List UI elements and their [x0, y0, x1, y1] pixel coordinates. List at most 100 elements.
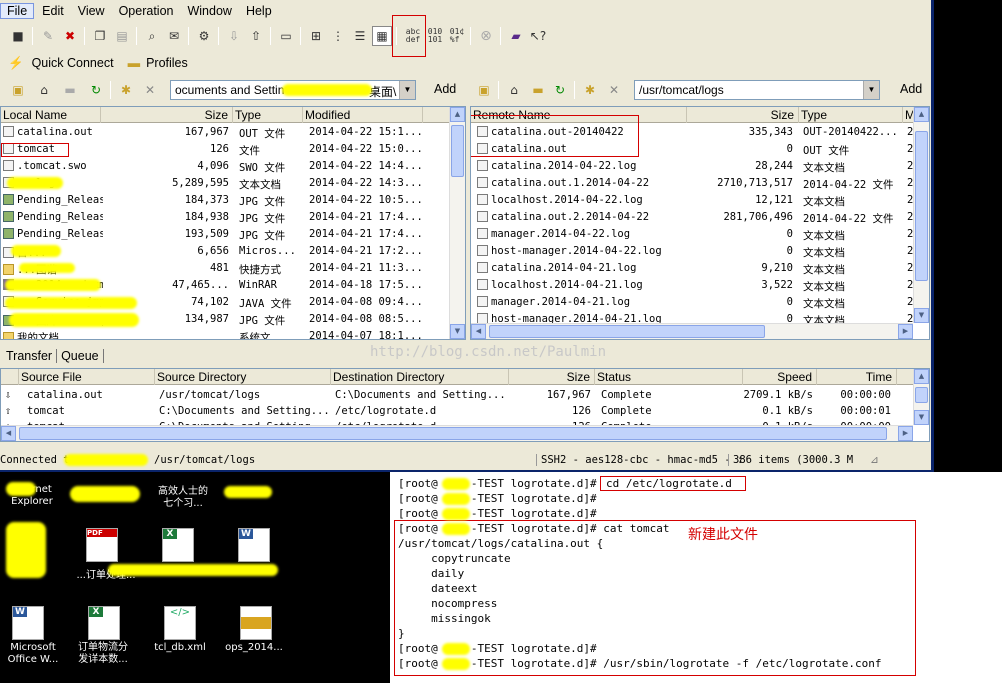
transfer-row[interactable]: ⇩ catalina.out /usr/tomcat/logs C:\Docum… — [1, 387, 929, 404]
desktop-icon-xml-label[interactable]: tcl_db.xml — [140, 642, 220, 654]
local-file-row[interactable]: Pending_Release2.jpg 184,938 JPG 文件 2014… — [1, 209, 465, 226]
remote-file-row[interactable]: catalina.out.2.2014-04-22 281,706,496 20… — [471, 209, 929, 226]
word-shortcut-icon[interactable]: W — [12, 606, 44, 640]
remote-chevron-down-icon[interactable]: ▼ — [863, 81, 879, 99]
local-vscroll[interactable]: ▲ ▼ — [449, 107, 465, 339]
stop-icon[interactable]: ⊗ — [476, 26, 496, 46]
remote-file-row[interactable]: catalina.2014-04-21.log 9,210 文本文档 2 — [471, 260, 929, 277]
window-icon[interactable]: ▭ — [276, 26, 296, 46]
tree-view-icon[interactable]: ⋮ — [328, 26, 348, 46]
delete-session-icon[interactable]: ✖ — [60, 26, 80, 46]
xml-file-icon[interactable]: </> — [164, 606, 196, 640]
copy-icon[interactable]: ❐ — [90, 26, 110, 46]
help-book-icon[interactable]: ▰ — [506, 26, 526, 46]
remote-hscroll[interactable]: ◀ ▶ — [471, 323, 913, 339]
auto-mode-icon[interactable]: 01¢ %f — [446, 26, 468, 46]
transfer-hscroll[interactable]: ◀ ▶ — [1, 425, 913, 441]
col-remote-size[interactable]: Size — [687, 107, 799, 123]
desktop-icon-logistics-label[interactable]: 订单物流分 发详本数... — [68, 642, 138, 666]
col-time[interactable]: Time — [817, 369, 897, 385]
home-icon[interactable]: ⌂ — [34, 80, 54, 100]
remote-file-row[interactable]: manager.2014-04-21.log 0 文本文档 2 — [471, 294, 929, 311]
desktop-icon-book-label[interactable]: 高效人士的 七个习... — [138, 486, 228, 510]
upload-icon[interactable]: ⇧ — [246, 26, 266, 46]
local-file-row[interactable]: 我的文档 系统文 2014-04-07 18:1... — [1, 328, 465, 339]
chevron-down-icon[interactable]: ▼ — [399, 81, 415, 99]
local-file-row[interactable]: Pending_Release3.jpg 184,373 JPG 文件 2014… — [1, 192, 465, 209]
menu-file[interactable]: File — [0, 3, 35, 19]
remote-file-row[interactable]: localhost.2014-04-21.log 3,522 文本文档 2 — [471, 277, 929, 294]
tab-transfer[interactable]: Transfer — [6, 349, 58, 363]
local-file-row[interactable]: tomcat 126 文件 2014-04-22 15:0... — [1, 141, 465, 158]
details-view-icon[interactable]: ▦ — [372, 26, 392, 46]
new-folder-icon[interactable]: ✱ — [116, 80, 136, 100]
local-file-row[interactable]: ...log 5,289,595 文本文档 2014-04-22 14:3... — [1, 175, 465, 192]
remote-delete-icon[interactable]: ✕ — [604, 80, 624, 100]
remote-home-icon[interactable]: ⌂ — [504, 80, 524, 100]
col-remote-type[interactable]: Type — [799, 107, 903, 123]
folder-icon[interactable]: ▬ — [60, 80, 80, 100]
find-icon[interactable]: ⌕ — [142, 26, 162, 46]
refresh-icon[interactable]: ↻ — [86, 80, 106, 100]
remote-add-button[interactable]: Add — [896, 80, 926, 100]
local-file-row[interactable]: .tomcat.swo 4,096 SWO 文件 2014-04-22 14:4… — [1, 158, 465, 175]
remote-file-row[interactable]: manager.2014-04-22.log 0 文本文档 2 — [471, 226, 929, 243]
col-transfer-size[interactable]: Size — [509, 369, 595, 385]
desktop-icon-office-label[interactable]: Microsoft Office W... — [0, 642, 66, 666]
col-modified[interactable]: Modified — [303, 107, 423, 123]
col-type[interactable]: Type — [233, 107, 303, 123]
context-help-icon[interactable]: ↖? — [528, 26, 548, 46]
remote-new-folder-icon[interactable]: ✱ — [580, 80, 600, 100]
transfer-vscroll[interactable]: ▲ ▼ — [913, 369, 929, 425]
col-local-name[interactable]: Local Name — [1, 107, 101, 123]
save-icon[interactable]: ■ — [8, 26, 28, 46]
remote-path-combo[interactable]: /usr/tomcat/logs ▼ — [634, 80, 880, 100]
resize-grip-icon[interactable]: ⊿ — [870, 454, 879, 466]
list-view-icon[interactable]: ☰ — [350, 26, 370, 46]
col-status[interactable]: Status — [595, 369, 743, 385]
remote-up-folder-icon[interactable]: ▣ — [474, 80, 494, 100]
remote-file-row[interactable]: host-manager.2014-04-22.log 0 文本文档 2 — [471, 243, 929, 260]
up-folder-icon[interactable]: ▣ — [8, 80, 28, 100]
delete-icon[interactable]: ✕ — [140, 80, 160, 100]
open-icon[interactable]: ✉ — [164, 26, 184, 46]
col-speed[interactable]: Speed — [743, 369, 817, 385]
menu-edit[interactable]: Edit — [36, 4, 70, 18]
settings-icon[interactable]: ⚙ — [194, 26, 214, 46]
local-file-row[interactable]: catalina.out 167,967 OUT 文件 2014-04-22 1… — [1, 124, 465, 141]
menu-window[interactable]: Window — [181, 4, 237, 18]
transfer-row[interactable]: ⇧ tomcat C:\Documents and Setting... /et… — [1, 403, 929, 420]
col-size[interactable]: Size — [101, 107, 233, 123]
remote-file-row[interactable]: localhost.2014-04-22.log 12,121 文本文档 2 — [471, 192, 929, 209]
redaction-mark — [5, 279, 101, 291]
paste-icon[interactable]: ▤ — [112, 26, 132, 46]
remote-file-row[interactable]: catalina.2014-04-22.log 28,244 文本文档 2 — [471, 158, 929, 175]
menu-operation[interactable]: Operation — [113, 4, 180, 18]
excel-file-icon[interactable]: X — [88, 606, 120, 640]
local-add-button[interactable]: Add — [430, 80, 460, 100]
menu-view[interactable]: View — [72, 4, 111, 18]
terminal[interactable]: [root@ -TEST logrotate.d]# [root@ -TEST … — [390, 472, 1002, 683]
archive-file-icon[interactable] — [240, 606, 272, 640]
word-file-icon[interactable]: W — [238, 528, 270, 562]
col-source-file[interactable]: Source File — [19, 369, 155, 385]
quick-connect-button[interactable]: Quick Connect — [32, 56, 114, 70]
pdf-file-icon[interactable]: PDF — [86, 528, 118, 562]
download-icon[interactable]: ⇩ — [224, 26, 244, 46]
menu-help[interactable]: Help — [240, 4, 278, 18]
col-destination-directory[interactable]: Destination Directory — [331, 369, 509, 385]
excel-file-icon[interactable]: X — [162, 528, 194, 562]
tab-queue[interactable]: Queue — [61, 349, 104, 363]
profiles-button[interactable]: Profiles — [146, 56, 188, 70]
disconnect-icon[interactable]: ✎ — [38, 26, 58, 46]
desktop-icon-ops-label[interactable]: ops_2014... — [214, 642, 294, 654]
remote-vscroll[interactable]: ▲ ▼ — [913, 107, 929, 323]
remote-refresh-icon[interactable]: ↻ — [550, 80, 570, 100]
local-file-row[interactable]: Pending_Release1.jpg 193,509 JPG 文件 2014… — [1, 226, 465, 243]
remote-folder-icon[interactable]: ▬ — [528, 80, 548, 100]
large-icons-view-icon[interactable]: ⊞ — [306, 26, 326, 46]
remote-file-row[interactable]: catalina.out.1.2014-04-22 2710,713,517 2… — [471, 175, 929, 192]
binary-mode-icon[interactable]: 010 101 — [424, 26, 446, 46]
col-source-directory[interactable]: Source Directory — [155, 369, 331, 385]
local-file-row[interactable]: 日... 6,656 Micros... 2014-04-21 17:2... — [1, 243, 465, 260]
